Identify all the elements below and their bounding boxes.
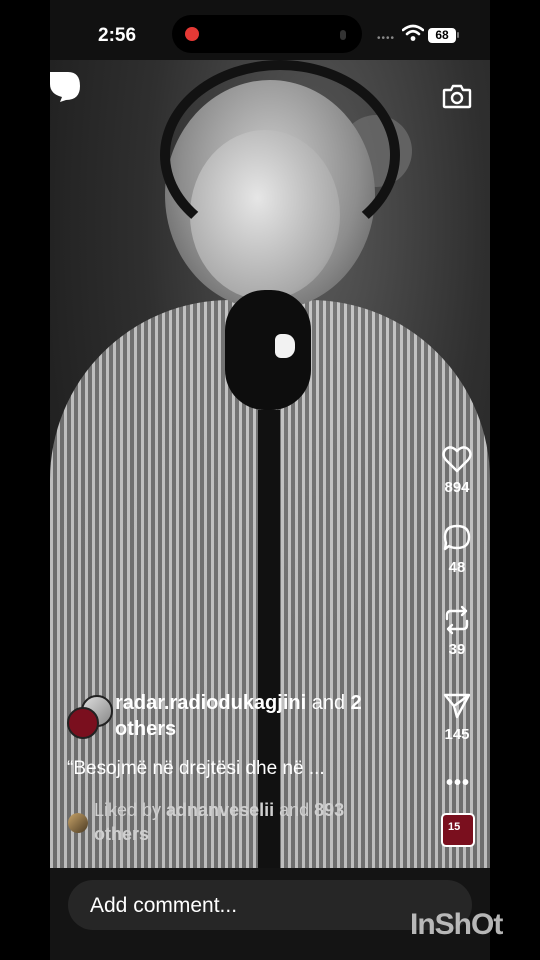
clock: 2:56 bbox=[98, 25, 137, 46]
like-count: 894 bbox=[444, 479, 470, 496]
recording-dot-icon bbox=[185, 27, 199, 41]
liked-count: 893 bbox=[314, 800, 345, 820]
liked-prefix: Liked by bbox=[94, 800, 167, 820]
badge-number: 15 bbox=[448, 821, 461, 833]
comment-icon bbox=[443, 524, 471, 551]
more-options-icon[interactable]: ••• bbox=[446, 772, 470, 795]
liked-others[interactable]: others bbox=[94, 824, 149, 844]
avatar bbox=[67, 707, 99, 739]
mic-stand bbox=[258, 410, 280, 930]
author-avatars[interactable] bbox=[67, 695, 113, 739]
liked-user[interactable]: adnanveselii bbox=[166, 800, 274, 820]
comment-placeholder: Add comment... bbox=[90, 894, 238, 917]
app-screen: 2:56 •••• 68 894 48 39 145 ••• radar.rad… bbox=[50, 0, 490, 960]
post-caption[interactable]: “Besojmë në drejtësi dhe në ... bbox=[67, 758, 325, 780]
wifi-icon bbox=[402, 24, 424, 41]
send-icon bbox=[443, 693, 471, 719]
battery-icon: 68 bbox=[428, 28, 456, 43]
liked-by-text[interactable]: Liked by adnanveselii and 893 others bbox=[94, 798, 414, 846]
coauthor-others[interactable]: others bbox=[115, 718, 176, 740]
coauthor-count: 2 bbox=[350, 692, 362, 714]
threads-logo-icon[interactable] bbox=[50, 70, 82, 106]
like-button[interactable]: 894 bbox=[432, 445, 482, 496]
cellular-signal-icon: •••• bbox=[377, 33, 396, 44]
dynamic-island bbox=[172, 15, 362, 53]
author-line[interactable]: radar.radiodukagjini and 2 others bbox=[115, 690, 415, 742]
share-count: 145 bbox=[444, 726, 470, 743]
repost-icon bbox=[445, 605, 469, 635]
avatar bbox=[68, 813, 88, 833]
comment-count: 48 bbox=[448, 559, 466, 576]
camera-icon[interactable] bbox=[442, 82, 472, 110]
headphones bbox=[160, 60, 400, 250]
repost-button[interactable]: 39 bbox=[432, 605, 482, 658]
video-player[interactable] bbox=[50, 60, 490, 930]
inshot-watermark: InShOt bbox=[410, 908, 503, 941]
author-name[interactable]: radar.radiodukagjini bbox=[115, 692, 306, 714]
share-button[interactable]: 145 bbox=[432, 690, 482, 743]
profile-badge-icon[interactable]: 15 bbox=[441, 813, 475, 847]
battery-tip bbox=[457, 32, 459, 38]
island-indicator bbox=[340, 30, 346, 40]
comment-button[interactable]: 48 bbox=[432, 523, 482, 576]
author-connector: and bbox=[306, 692, 351, 714]
heart-icon bbox=[442, 446, 472, 473]
mic-logo bbox=[275, 334, 295, 358]
liked-middle: and bbox=[274, 800, 315, 820]
microphone bbox=[225, 290, 311, 410]
status-bar: 2:56 •••• 68 bbox=[50, 0, 490, 60]
repost-count: 39 bbox=[448, 641, 466, 658]
